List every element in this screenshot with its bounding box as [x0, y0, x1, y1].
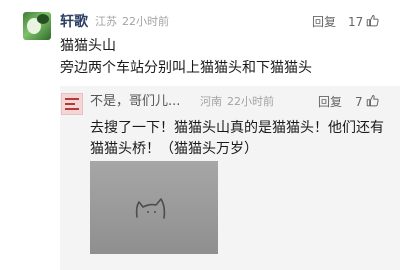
- reply-location: 河南: [200, 95, 222, 108]
- reply-avatar[interactable]: [61, 93, 83, 115]
- reply-time: 22小时前: [227, 95, 274, 108]
- comment-line: 猫猫头山: [60, 38, 116, 54]
- reply-image[interactable]: [90, 161, 218, 254]
- thumbs-up-icon[interactable]: [366, 14, 379, 27]
- comment-username[interactable]: 轩歌: [60, 12, 88, 32]
- reply-username[interactable]: 不是，哥们儿...: [90, 93, 180, 111]
- comment-thread: 轩歌 江苏 22小时前 回复 17 猫猫头山 旁边两个车站分别叫上猫猫头和下猫猫…: [0, 0, 400, 270]
- comment-location: 江苏: [95, 15, 117, 28]
- reply-reply-button[interactable]: 回复: [318, 94, 342, 110]
- cat-head-doodle: [135, 198, 166, 219]
- thumbs-up-icon[interactable]: [366, 94, 379, 107]
- reply-button[interactable]: 回复: [312, 14, 336, 30]
- comment-time: 22小时前: [122, 15, 169, 28]
- like-count: 17: [348, 15, 364, 29]
- reply-like-count: 7: [355, 95, 363, 109]
- avatar[interactable]: [23, 12, 51, 40]
- reply-text: 去搜了一下！猫猫头山真的是猫猫头！他们还有猫猫头桥！（猫猫头万岁）: [90, 120, 384, 157]
- comment-line: 旁边两个车站分别叫上猫猫头和下猫猫头: [60, 60, 312, 76]
